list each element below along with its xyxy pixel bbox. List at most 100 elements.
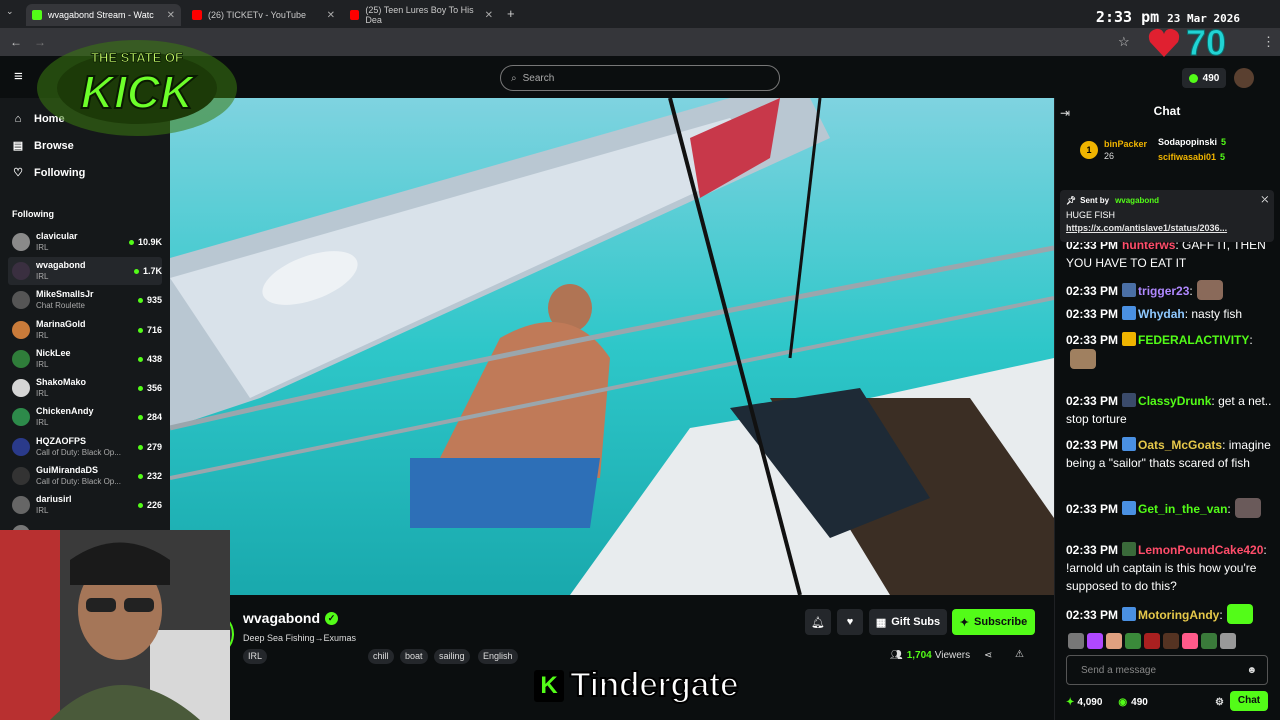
message-username[interactable]: MotoringAndy [1138, 608, 1219, 622]
chat-settings-icon[interactable]: ⚙ [1215, 697, 1224, 708]
emote[interactable] [1182, 633, 1198, 649]
chat-message-input[interactable]: Send a message ☻ [1066, 655, 1268, 685]
tab-kick[interactable]: wvagabond Stream - Watc ✕ [26, 4, 181, 26]
points-button[interactable]: 490 [1182, 68, 1226, 88]
emote[interactable] [1201, 633, 1217, 649]
message-username[interactable]: Get_in_the_van [1138, 502, 1227, 516]
nav-following[interactable]: ♡ Following [12, 167, 85, 179]
channel-avatar [12, 496, 30, 514]
send-chat-button[interactable]: Chat [1230, 691, 1268, 711]
new-tab-button[interactable]: + [507, 6, 515, 21]
emote[interactable] [1125, 633, 1141, 649]
message-username[interactable]: FEDERALACTIVITY [1138, 333, 1249, 347]
live-dot-icon [137, 327, 143, 333]
chat-message: 02:33 PM MotoringAndy: [1066, 604, 1272, 624]
message-username[interactable]: LemonPoundCake420 [1138, 543, 1263, 557]
user-avatar[interactable] [1234, 68, 1254, 88]
tab-close-icon[interactable]: ✕ [485, 10, 493, 21]
channel-avatar [12, 321, 30, 339]
tag-sailing[interactable]: sailing [434, 649, 470, 664]
browse-icon: ▤ [12, 140, 24, 152]
message-time: 02:33 PM [1066, 543, 1119, 557]
pinned-link[interactable]: https://x.com/antislave1/status/2036... [1066, 223, 1268, 233]
tag-boat[interactable]: boat [400, 649, 428, 664]
channel-name: HQZAOFPS [36, 436, 87, 446]
kick-logo-icon: K [534, 669, 564, 702]
channel-name: NickLee [36, 348, 71, 358]
sent-by-label: Sent by [1080, 195, 1110, 205]
viewer-count: 284 [137, 412, 162, 422]
channel-name: MarinaGold [36, 319, 86, 329]
back-arrow-icon[interactable]: ← [10, 35, 22, 49]
tab-youtube-1[interactable]: (26) TICKETv - YouTube ✕ [186, 4, 341, 26]
emote[interactable] [1068, 633, 1084, 649]
following-channel-nicklee[interactable]: NickLee IRL 438 [8, 345, 162, 373]
message-username[interactable]: Oats_McGoats [1138, 438, 1222, 452]
channel-name: ShakoMako [36, 377, 87, 387]
message-username[interactable]: trigger23 [1138, 284, 1189, 298]
hamburger-menu-icon[interactable]: ≡ [14, 68, 23, 85]
notification-bell-button[interactable]: 🔔︎ [805, 609, 831, 635]
emote[interactable] [1144, 633, 1160, 649]
nav-browse[interactable]: ▤ Browse [12, 140, 74, 152]
browser-menu-icon[interactable]: ⋮ [1262, 34, 1275, 50]
tag-english[interactable]: English [478, 649, 518, 664]
subscribe-button[interactable]: ✦ Subscribe [952, 609, 1035, 635]
following-channel-wvagabond[interactable]: wvagabond IRL 1.7K [8, 257, 162, 285]
tab-list-chevron-icon[interactable]: ⌄ [6, 6, 14, 17]
viewer-count: 438 [137, 354, 162, 364]
message-text: : [1227, 502, 1231, 516]
tab-youtube-2[interactable]: (25) Teen Lures Boy To His Dea ✕ [344, 4, 499, 26]
user-badge-icon [1122, 607, 1137, 621]
emote[interactable] [1087, 633, 1103, 649]
following-channel-mikesmallsjr[interactable]: MikeSmallsJr Chat Roulette 935 [8, 286, 162, 314]
emote[interactable] [1220, 633, 1236, 649]
top-gifter-1[interactable]: 1 binPacker 26 [1080, 138, 1147, 162]
following-channel-shakomako[interactable]: ShakoMako IRL 356 [8, 374, 162, 402]
pinned-sender: wvagabond [1115, 195, 1160, 205]
share-icon[interactable]: ⋖ [984, 650, 992, 661]
following-channel-clavicular[interactable]: clavicular IRL 10.9K [8, 228, 162, 256]
viewer-count: 935 [137, 295, 162, 305]
channel-category: IRL [36, 418, 49, 427]
live-dot-icon [137, 385, 143, 391]
bookmark-star-icon[interactable]: ☆ [1118, 34, 1130, 50]
viewers-number: 1,704 [906, 650, 932, 661]
tab-close-icon[interactable]: ✕ [327, 10, 335, 21]
video-player[interactable] [170, 98, 1054, 595]
emoji-icon[interactable]: ☻ [1246, 665, 1257, 676]
message-username[interactable]: Whydah [1138, 307, 1185, 321]
pinned-message[interactable]: 📌︎ Sent by wvagabond ⤫ HUGE FISH https:/… [1060, 190, 1274, 242]
search-input[interactable]: ⌕ Search [500, 65, 780, 91]
top-gifter-2[interactable]: Sodapopinski 5 [1158, 137, 1226, 147]
viewer-number: 284 [146, 412, 162, 422]
message-username[interactable]: ClassyDrunk [1138, 394, 1211, 408]
user-badge-icon [1122, 501, 1137, 515]
chat-message: 02:33 PM Oats_McGoats: imagine being a "s… [1066, 436, 1272, 472]
top-gifter-3[interactable]: scifiwasabi01 5 [1158, 152, 1225, 162]
tag-irl[interactable]: IRL [243, 649, 268, 664]
following-channel-dariusirl[interactable]: dariusirl IRL 226 [8, 491, 162, 519]
tab-close-icon[interactable]: ✕ [167, 10, 175, 21]
unpin-icon[interactable]: ⤫ [1262, 195, 1268, 205]
emote[interactable] [1163, 633, 1179, 649]
following-channel-hqzaofps[interactable]: HQZAOFPS Call of Duty: Black Op... 279 [8, 433, 162, 461]
channel-name: wvagabond [36, 260, 86, 270]
message-time: 02:33 PM [1066, 394, 1119, 408]
channel-name[interactable]: wvagabond [243, 610, 320, 626]
following-channel-guimirandads[interactable]: GuiMirandaDS Call of Duty: Black Op... 232 [8, 462, 162, 490]
tindergate-caption: K Tindergate [534, 665, 740, 705]
follow-heart-button[interactable]: ♥ [837, 609, 863, 635]
report-icon[interactable]: ⚠ [1015, 649, 1024, 660]
logo-graphic: THE STATE OF KICK [37, 40, 237, 136]
following-channel-chickenandy[interactable]: ChickenAndy IRL 284 [8, 403, 162, 431]
gift-subs-button[interactable]: ▦ Gift Subs [869, 609, 947, 635]
viewer-count: 👥︎ 1,704 Viewers [890, 650, 970, 661]
live-dot-icon [128, 239, 134, 245]
following-channel-marinagold[interactable]: MarinaGold IRL 716 [8, 316, 162, 344]
tag-chill[interactable]: chill [368, 649, 394, 664]
kick-favicon-icon [32, 10, 42, 20]
channel-name: GuiMirandaDS [36, 465, 99, 475]
pinned-text: HUGE FISH [1066, 210, 1116, 220]
emote[interactable] [1106, 633, 1122, 649]
